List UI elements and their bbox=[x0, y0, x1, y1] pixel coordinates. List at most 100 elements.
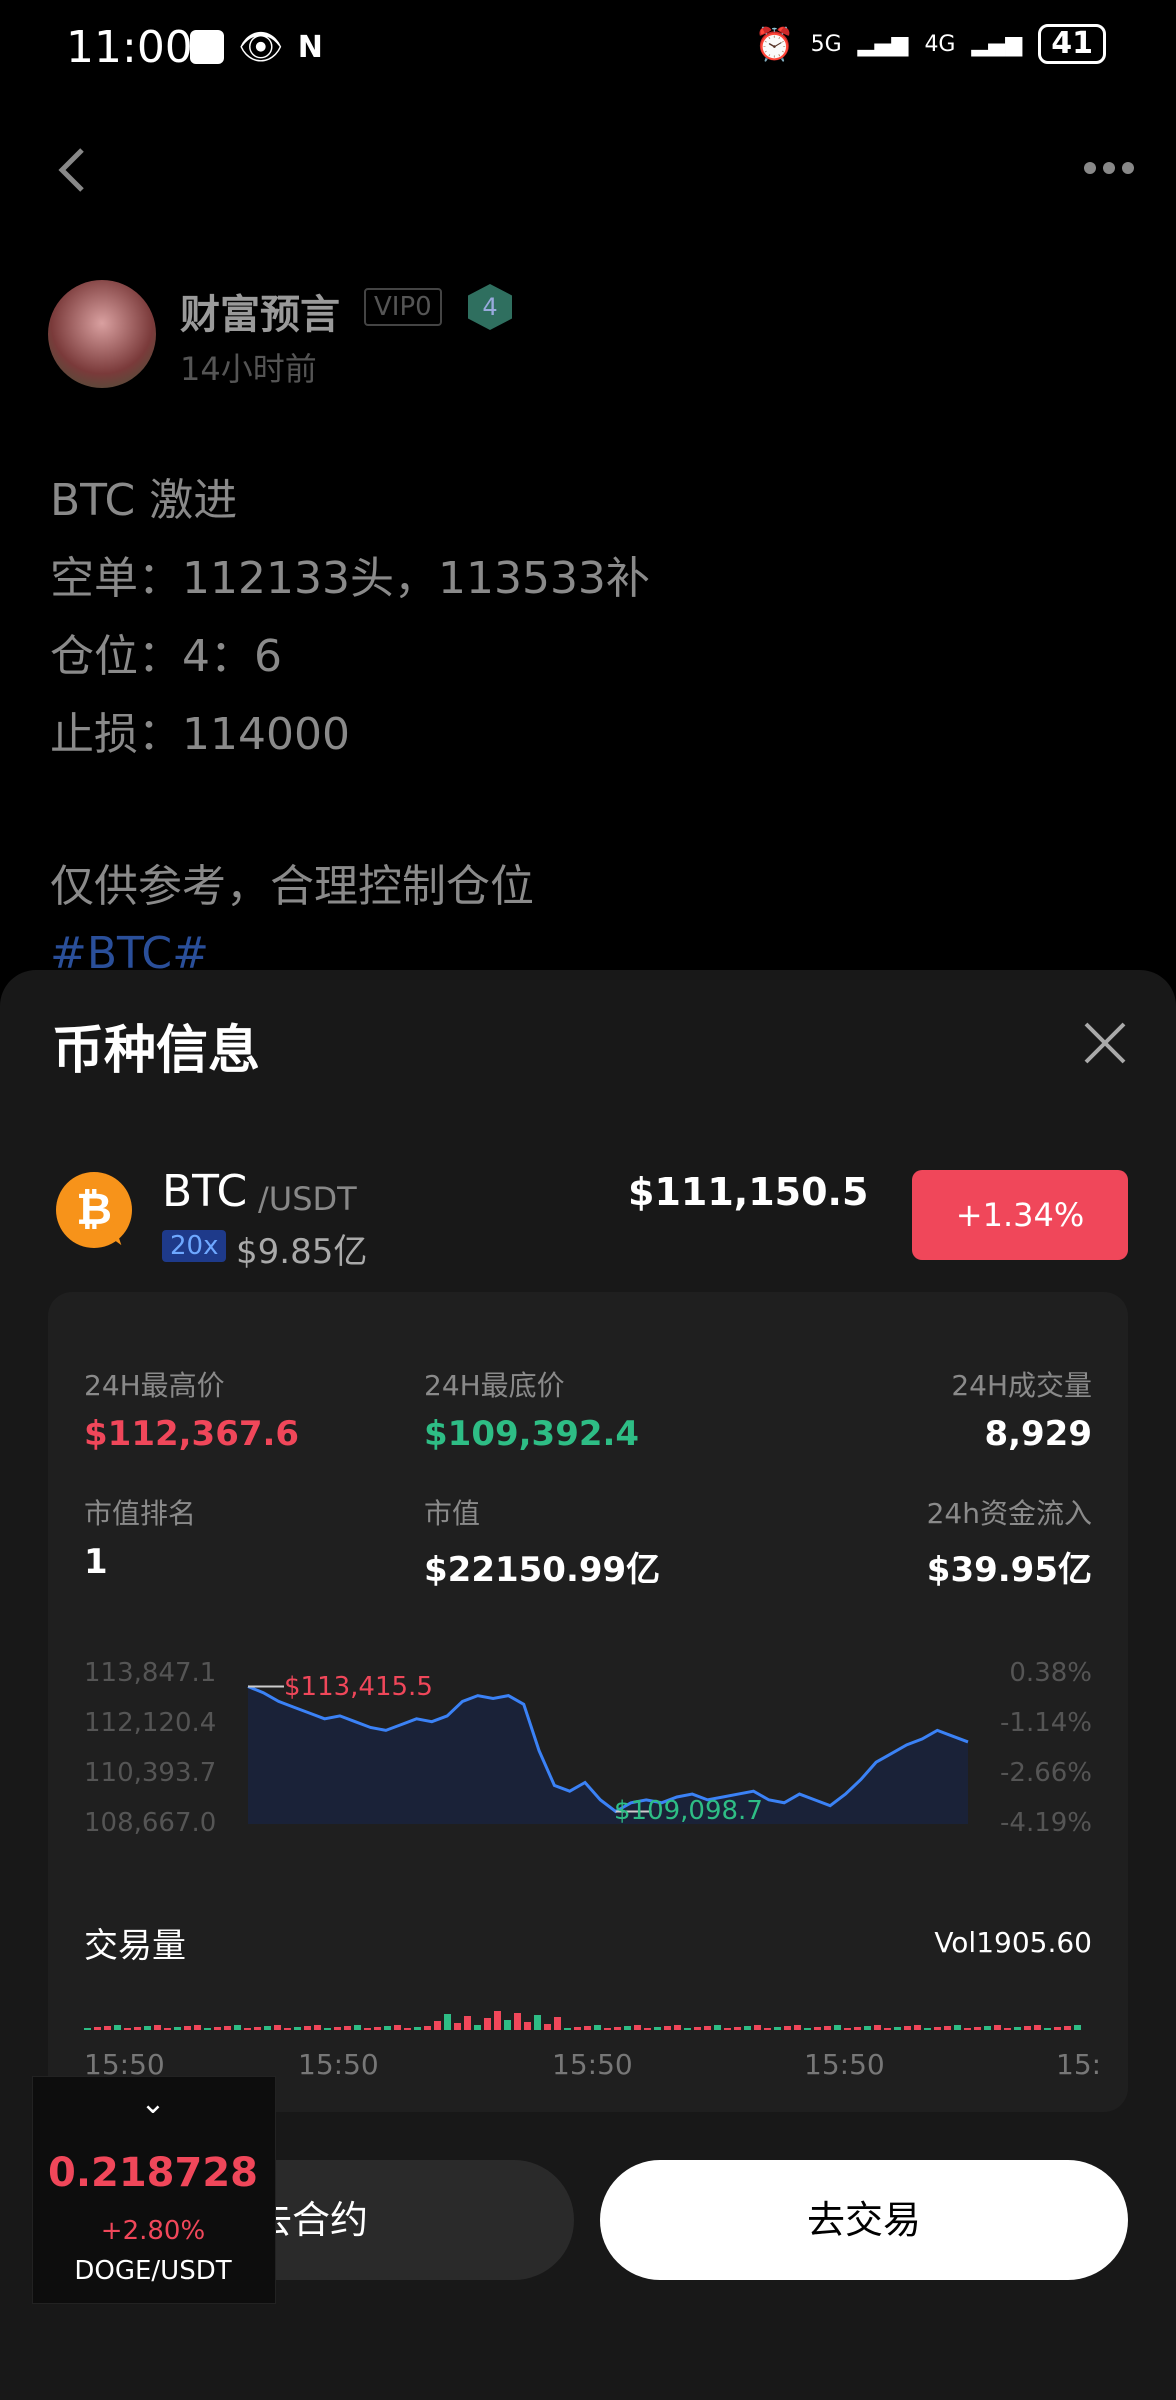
volume-bar bbox=[524, 2022, 531, 2030]
volume-bar bbox=[314, 2025, 321, 2030]
volume-bar bbox=[394, 2025, 401, 2030]
volume-bar bbox=[1054, 2027, 1061, 2030]
ticker-pair: DOGE/USDT bbox=[74, 2256, 232, 2286]
volume-bar bbox=[614, 2027, 621, 2030]
volume-bar bbox=[604, 2028, 611, 2030]
volume-bar bbox=[1034, 2025, 1041, 2030]
volume-bar bbox=[94, 2027, 101, 2030]
volume-bar bbox=[584, 2026, 591, 2030]
volume-bar bbox=[1004, 2028, 1011, 2030]
volume-bar bbox=[294, 2027, 301, 2030]
volume-bar bbox=[444, 2014, 451, 2030]
chart-min-label: $109,098.7 bbox=[614, 1796, 763, 1826]
volume-bar bbox=[84, 2028, 91, 2030]
volume-bar bbox=[664, 2026, 671, 2030]
volume-bar bbox=[844, 2028, 851, 2030]
volume-bar bbox=[984, 2026, 991, 2030]
volume-bars bbox=[84, 2011, 1081, 2030]
volume-bar bbox=[824, 2026, 831, 2030]
go-trade-button[interactable]: 去交易 bbox=[600, 2160, 1128, 2280]
time-tick: 15:50 bbox=[298, 2048, 379, 2081]
volume-bar bbox=[554, 2017, 561, 2030]
volume-bar bbox=[184, 2026, 191, 2030]
volume-bar bbox=[454, 2023, 461, 2030]
volume-bar bbox=[504, 2020, 511, 2030]
time-tick: 15: bbox=[1056, 2048, 1102, 2081]
volume-bar bbox=[774, 2027, 781, 2030]
volume-bar bbox=[254, 2027, 261, 2030]
volume-bar bbox=[324, 2028, 331, 2030]
volume-bar bbox=[414, 2027, 421, 2030]
volume-bar bbox=[204, 2028, 211, 2030]
volume-bar bbox=[494, 2011, 501, 2030]
volume-bar bbox=[214, 2027, 221, 2030]
volume-bar bbox=[904, 2026, 911, 2030]
volume-bar bbox=[634, 2025, 641, 2030]
volume-bar bbox=[244, 2028, 251, 2030]
volume-bar bbox=[374, 2027, 381, 2030]
volume-bar bbox=[174, 2027, 181, 2030]
volume-bar bbox=[234, 2025, 241, 2030]
ticker-change: +2.80% bbox=[100, 2216, 206, 2246]
time-tick: 15:50 bbox=[804, 2048, 885, 2081]
volume-bar bbox=[284, 2028, 291, 2030]
volume-bar bbox=[924, 2028, 931, 2030]
volume-bar bbox=[484, 2018, 491, 2030]
volume-bar bbox=[544, 2024, 551, 2030]
volume-bar bbox=[814, 2027, 821, 2030]
volume-bar bbox=[564, 2028, 571, 2030]
volume-bar bbox=[974, 2027, 981, 2030]
volume-bar bbox=[1014, 2027, 1021, 2030]
volume-bar bbox=[534, 2015, 541, 2030]
volume-bar bbox=[104, 2026, 111, 2030]
volume-bar bbox=[734, 2027, 741, 2030]
volume-bar bbox=[624, 2026, 631, 2030]
volume-bar bbox=[804, 2028, 811, 2030]
volume-bar bbox=[334, 2027, 341, 2030]
volume-bar bbox=[834, 2025, 841, 2030]
volume-bar bbox=[864, 2026, 871, 2030]
volume-bar bbox=[434, 2021, 441, 2030]
volume-bar bbox=[674, 2025, 681, 2030]
volume-bar bbox=[114, 2025, 121, 2030]
chevron-down-icon[interactable]: ⌄ bbox=[0, 2086, 306, 2121]
volume-bar bbox=[794, 2025, 801, 2030]
volume-bar bbox=[654, 2027, 661, 2030]
volume-bar bbox=[964, 2028, 971, 2030]
volume-bar bbox=[684, 2028, 691, 2030]
volume-bar bbox=[264, 2026, 271, 2030]
ticker-price: 0.218728 bbox=[47, 2150, 259, 2196]
volume-bar bbox=[914, 2025, 921, 2030]
volume-bar bbox=[894, 2027, 901, 2030]
volume-bar bbox=[304, 2026, 311, 2030]
volume-bar bbox=[954, 2025, 961, 2030]
volume-bar bbox=[1074, 2025, 1081, 2030]
chart-area bbox=[248, 1686, 968, 1824]
volume-title: 交易量 bbox=[84, 1926, 186, 1966]
volume-bar bbox=[134, 2027, 141, 2030]
volume-bar bbox=[784, 2026, 791, 2030]
volume-bar bbox=[744, 2026, 751, 2030]
volume-bar bbox=[874, 2025, 881, 2030]
price-chart bbox=[247, 1685, 969, 1824]
volume-bar bbox=[144, 2026, 151, 2030]
volume-bar bbox=[344, 2026, 351, 2030]
volume-bar bbox=[364, 2028, 371, 2030]
volume-bar bbox=[764, 2028, 771, 2030]
volume-bar bbox=[754, 2025, 761, 2030]
volume-bar bbox=[474, 2025, 481, 2030]
volume-bar bbox=[994, 2025, 1001, 2030]
volume-bar bbox=[424, 2026, 431, 2030]
volume-bar bbox=[854, 2027, 861, 2030]
volume-bar bbox=[1064, 2026, 1071, 2030]
volume-bar bbox=[274, 2025, 281, 2030]
volume-bar bbox=[384, 2026, 391, 2030]
volume-bar bbox=[1024, 2026, 1031, 2030]
volume-bar bbox=[194, 2025, 201, 2030]
volume-bar bbox=[934, 2027, 941, 2030]
time-tick: 15:50 bbox=[552, 2048, 633, 2081]
volume-bar bbox=[354, 2025, 361, 2030]
volume-bar bbox=[704, 2026, 711, 2030]
volume-bar bbox=[594, 2025, 601, 2030]
volume-bar bbox=[164, 2028, 171, 2030]
